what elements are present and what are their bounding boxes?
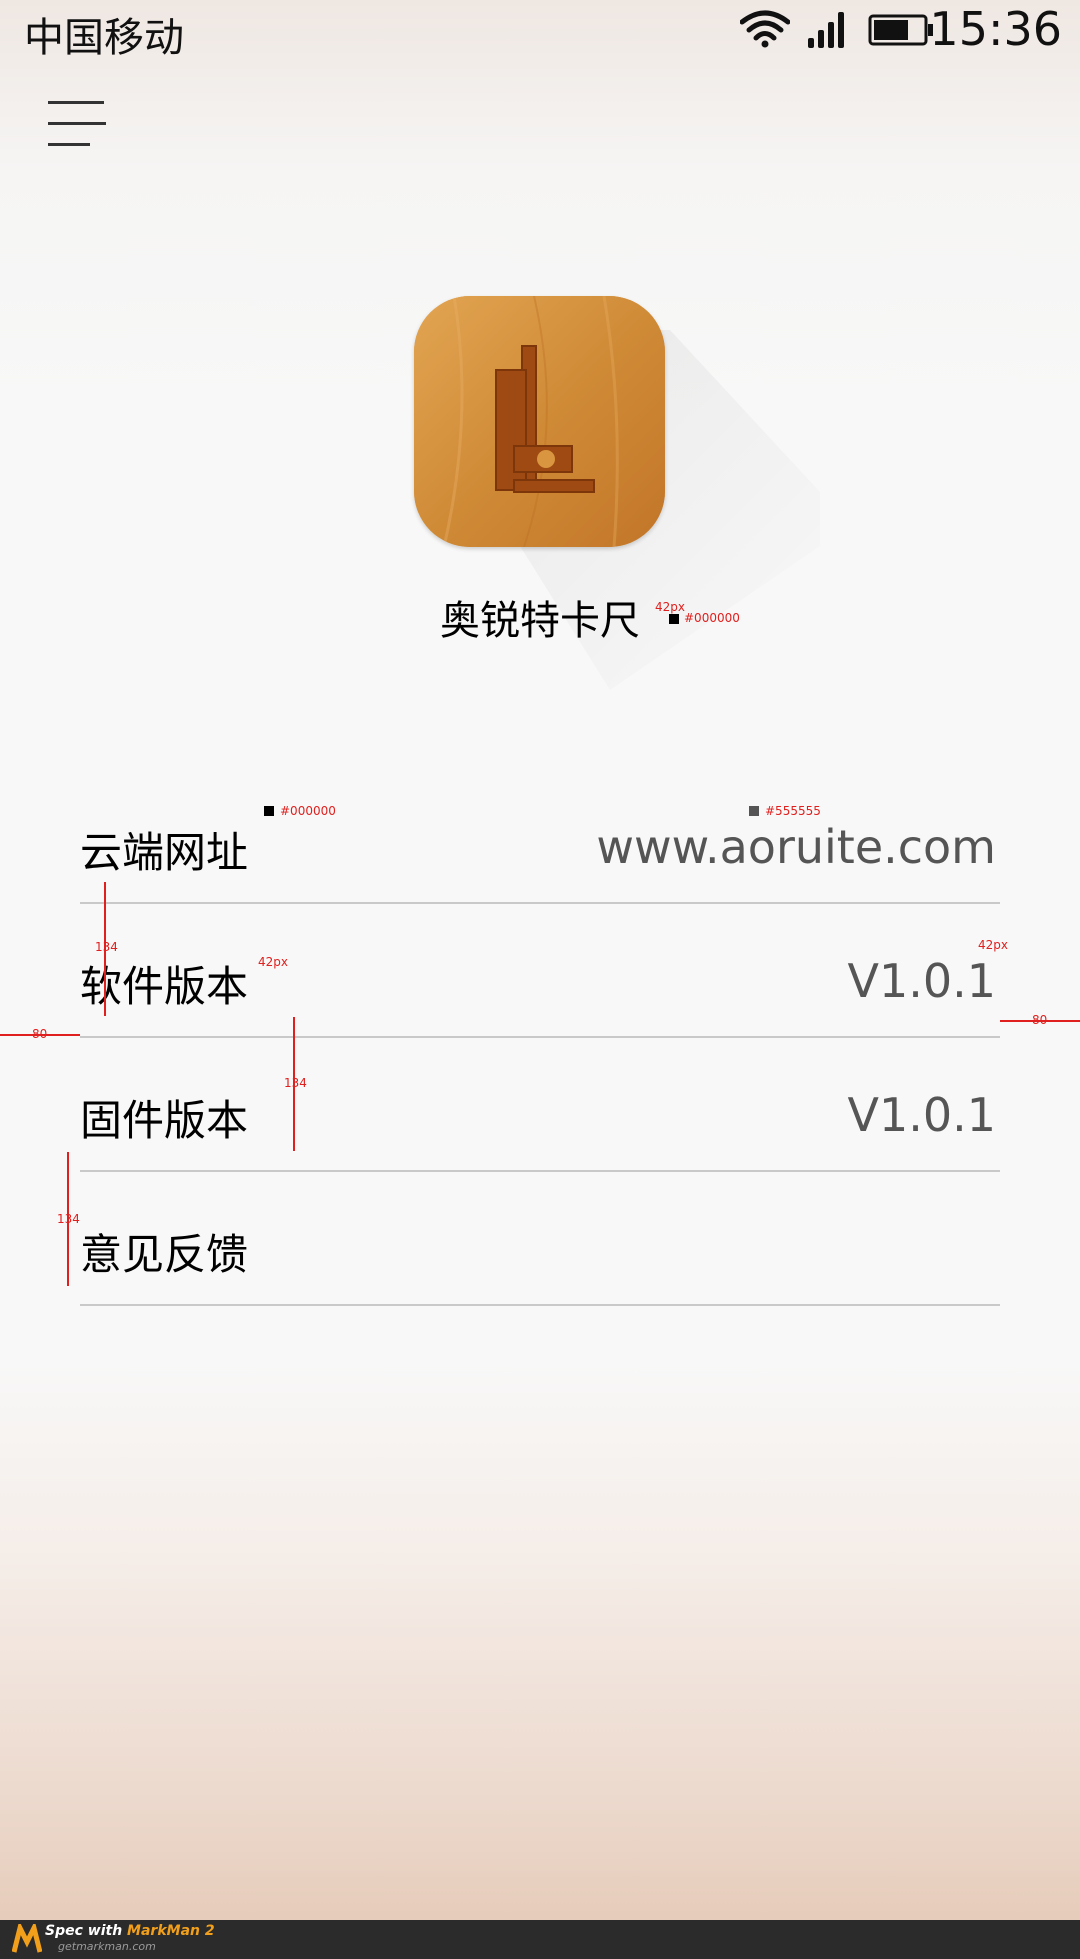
app-logo bbox=[414, 296, 665, 547]
row-value: www.aoruite.com bbox=[596, 820, 996, 874]
footer-brand-prefix: Spec with bbox=[45, 1923, 128, 1939]
app-name: 奥锐特卡尺 bbox=[440, 598, 640, 644]
status-bar: 中国移动 15:36 bbox=[0, 0, 1080, 62]
menu-icon-line bbox=[48, 143, 90, 146]
list-item-software-version[interactable]: 软件版本 V1.0.1 bbox=[80, 904, 1000, 1038]
footer-brand-name: MarkMan 2 bbox=[127, 1923, 215, 1939]
annotation-row-height: 134 bbox=[95, 940, 118, 954]
markman-footer: Spec with MarkMan 2 getmarkman.com bbox=[0, 1920, 1080, 1959]
footer-brand: Spec with MarkMan 2 bbox=[45, 1923, 215, 1939]
list-item-feedback[interactable]: 意见反馈 bbox=[80, 1172, 1000, 1306]
signal-icon bbox=[808, 12, 844, 48]
annotation-row-height: 134 bbox=[284, 1076, 307, 1090]
annotation-margin: 80 bbox=[32, 1027, 48, 1041]
color-swatch bbox=[669, 614, 679, 624]
carrier-name: 中国移动 bbox=[24, 15, 184, 61]
menu-icon-line bbox=[48, 122, 106, 125]
markman-logo-icon bbox=[12, 1924, 42, 1953]
row-label: 固件版本 bbox=[80, 1096, 249, 1145]
list-item-firmware-version[interactable]: 固件版本 V1.0.1 bbox=[80, 1038, 1000, 1172]
wifi-icon bbox=[740, 10, 790, 48]
row-value: V1.0.1 bbox=[847, 1088, 996, 1142]
battery-icon bbox=[868, 14, 933, 46]
color-swatch bbox=[749, 806, 759, 816]
row-label: 云端网址 bbox=[80, 828, 249, 877]
status-time: 15:36 bbox=[929, 2, 1062, 56]
color-swatch bbox=[264, 806, 274, 816]
menu-button[interactable] bbox=[44, 96, 110, 154]
row-label: 意见反馈 bbox=[80, 1230, 249, 1279]
annotation-font-size: 42px bbox=[978, 938, 1008, 952]
annotation-font-size: 42px bbox=[655, 600, 685, 614]
annotation-color: #555555 bbox=[765, 804, 821, 818]
list-item-cloud-url[interactable]: 云端网址 www.aoruite.com bbox=[80, 770, 1000, 904]
annotation-row-height: 134 bbox=[57, 1212, 80, 1226]
annotation-color: #000000 bbox=[684, 611, 740, 625]
footer-url: getmarkman.com bbox=[58, 1940, 156, 1953]
row-value: V1.0.1 bbox=[847, 954, 996, 1008]
info-list: 云端网址 www.aoruite.com 软件版本 V1.0.1 固件版本 V1… bbox=[80, 770, 1000, 1306]
menu-icon bbox=[48, 101, 104, 104]
caliper-icon bbox=[414, 296, 665, 547]
annotation-font-size: 42px bbox=[258, 955, 288, 969]
annotation-margin: 80 bbox=[1032, 1013, 1048, 1027]
annotation-color: #000000 bbox=[280, 804, 336, 818]
